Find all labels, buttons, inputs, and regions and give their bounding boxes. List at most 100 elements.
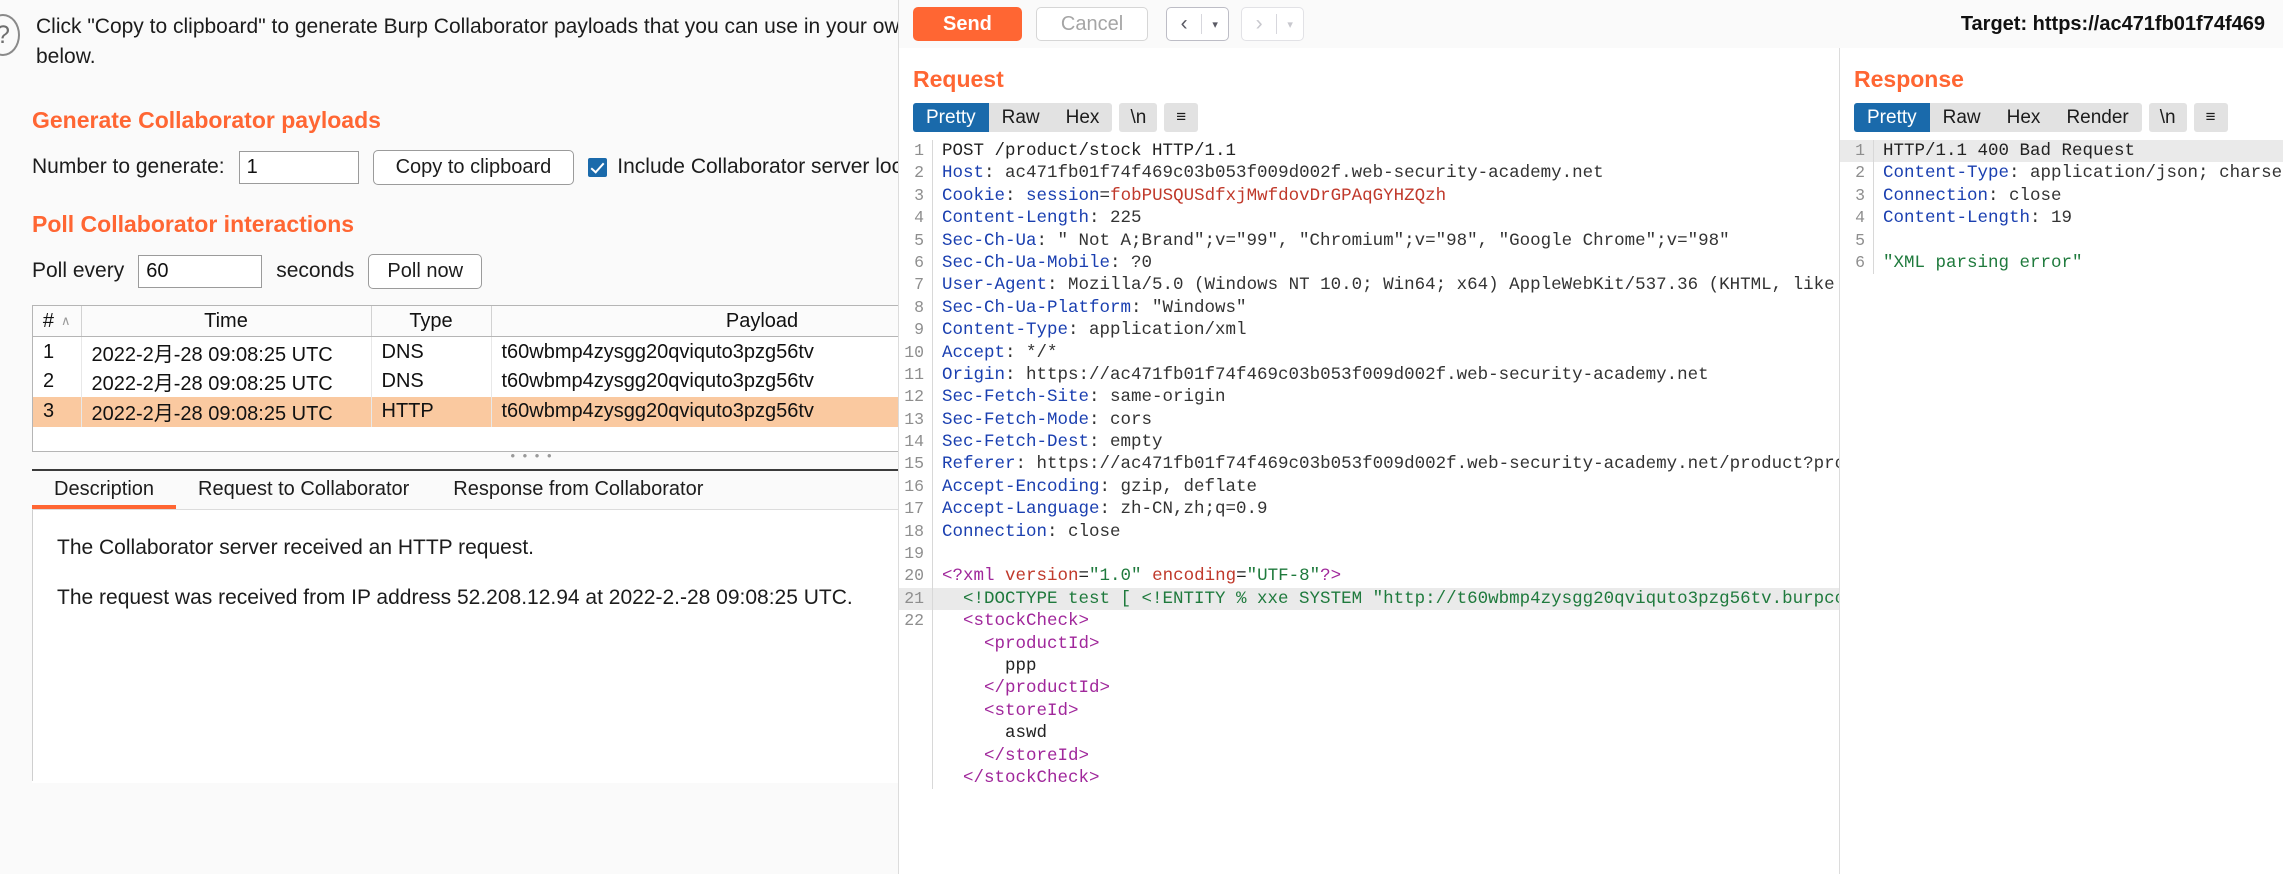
response-code-view[interactable]: 1 HTTP/1.1 400 Bad Request 2 Content-Type: … <box>1840 140 2283 874</box>
request-code-view[interactable]: 1 POST /product/stock HTTP/1.1 2 Host: ac47… <box>899 140 1839 874</box>
response-view-tabs: Pretty Raw Hex Render <box>1854 103 2142 132</box>
line-source: Sec-Fetch-Mode: cors <box>942 409 1153 430</box>
request-code-line: 22 <stockCheck> <box>899 610 1839 633</box>
line-source: <stockCheck> <box>942 611 1090 632</box>
poll-interval-input[interactable] <box>138 254 263 288</box>
description-paragraph-2: The request was received from IP address… <box>57 585 853 609</box>
splitter-handle[interactable]: • • • • <box>32 449 898 465</box>
response-menu-icon[interactable]: ≡ <box>2193 103 2228 132</box>
interactions-table: # ∧ Time Type Payload 1 2022-2月-28 09:08:2… <box>33 305 898 427</box>
request-tab-pretty[interactable]: Pretty <box>913 103 989 132</box>
table-row[interactable]: 1 2022-2月-28 09:08:25 UTC DNS t60wbmp4zysgg… <box>33 336 898 367</box>
detail-tab-response-from-collaborator[interactable]: Response from Collaborator <box>431 471 725 509</box>
line-source: Host: ac471fb01f74f469c03b053f009d002f.w… <box>942 163 1604 184</box>
request-tab-hex[interactable]: Hex <box>1053 103 1113 132</box>
include-server-location-checkbox[interactable]: Include Collaborator server locatio <box>588 155 898 179</box>
line-source: <productId> <box>942 633 1100 654</box>
line-number: 13 <box>899 408 933 432</box>
help-text: Click "Copy to clipboard" to generate Bu… <box>20 12 898 73</box>
line-number: 22 <box>899 610 933 633</box>
line-number: 18 <box>899 520 933 544</box>
line-source: HTTP/1.1 400 Bad Request <box>1883 141 2136 161</box>
poll-every-label: Poll every <box>32 259 125 283</box>
request-newline-button[interactable]: \n <box>1119 103 1158 132</box>
request-view-tabs: Pretty Raw Hex <box>913 103 1113 132</box>
line-source: Content-Type: application/json; charset=… <box>1883 163 2283 184</box>
poll-now-button[interactable]: Poll now <box>368 253 483 289</box>
column-header-payload[interactable]: Payload <box>491 305 898 338</box>
copy-to-clipboard-button[interactable]: Copy to clipboard <box>372 149 575 185</box>
line-source <box>1874 230 1883 252</box>
row-payload: t60wbmp4zysgg20qviquto3pzg56tv <box>491 396 898 427</box>
history-back-button[interactable]: ‹ ▾ <box>1166 7 1230 41</box>
request-code-line: 1 POST /product/stock HTTP/1.1 <box>899 140 1839 163</box>
chevron-down-icon: ▾ <box>1287 18 1293 31</box>
request-code-line: 6 Sec-Ch-Ua-Mobile: ?0 <box>899 251 1839 275</box>
include-server-location-label: Include Collaborator server locatio <box>617 155 898 179</box>
request-code-line: 8 Sec-Ch-Ua-Platform: "Windows" <box>899 296 1839 320</box>
line-source: </stockCheck> <box>942 767 1100 788</box>
column-header-number[interactable]: # ∧ <box>33 305 82 338</box>
line-number <box>899 699 933 723</box>
interaction-detail-panel: Description Request to Collaborator Respon… <box>32 468 898 783</box>
table-row[interactable]: 2 2022-2月-28 09:08:25 UTC DNS t60wbmp4zysgg… <box>33 366 898 397</box>
send-button[interactable]: Send <box>913 7 1022 41</box>
line-source: Connection: close <box>1883 185 2062 206</box>
response-view-toolbar: Pretty Raw Hex Render \n ≡ <box>1840 93 2283 140</box>
line-source: Sec-Fetch-Site: same-origin <box>942 387 1226 408</box>
row-type: HTTP <box>371 396 492 427</box>
line-source: </storeId> <box>942 745 1090 766</box>
line-number <box>899 654 933 678</box>
row-time: 2022-2月-28 09:08:25 UTC <box>81 366 372 397</box>
column-header-type[interactable]: Type <box>371 305 492 338</box>
request-code-line: 16 Accept-Encoding: gzip, deflate <box>899 475 1839 499</box>
request-code-line: 17 Accept-Language: zh-CN,zh;q=0.9 <box>899 498 1839 521</box>
request-tab-raw[interactable]: Raw <box>989 103 1053 132</box>
request-response-panes: Request Pretty Raw Hex \n ≡ 1 POST /product… <box>899 48 2283 874</box>
help-text-line-2: below. <box>36 45 96 69</box>
request-code-line: aswd <box>899 722 1839 745</box>
line-source: Sec-Fetch-Dest: empty <box>942 432 1163 453</box>
cancel-button: Cancel <box>1035 7 1149 41</box>
line-number: 10 <box>899 341 933 364</box>
response-code-line: 2 Content-Type: application/json; charset… <box>1840 162 2283 185</box>
response-tab-hex[interactable]: Hex <box>1994 103 2054 132</box>
line-number: 15 <box>899 453 933 476</box>
request-code-line: 10 Accept: */* <box>899 341 1839 364</box>
detail-tab-request-to-collaborator[interactable]: Request to Collaborator <box>176 471 431 509</box>
request-title: Request <box>913 66 1004 92</box>
line-number: 1 <box>1840 140 1874 163</box>
column-header-time[interactable]: Time <box>81 305 372 338</box>
target-label[interactable]: Target: https://ac471fb01f74f469 <box>1961 13 2269 36</box>
request-code-line: 15 Referer: https://ac471fb01f74f469c03b0… <box>899 453 1839 476</box>
detail-tab-description[interactable]: Description <box>32 471 177 509</box>
response-tab-pretty[interactable]: Pretty <box>1854 103 1930 132</box>
line-source: "XML parsing error" <box>1883 252 2083 273</box>
response-title: Response <box>1854 66 1964 92</box>
line-source: Referer: https://ac471fb01f74f469c03b053… <box>942 454 1839 475</box>
help-text-line-1: Click "Copy to clipboard" to generate Bu… <box>36 15 898 38</box>
response-newline-button[interactable]: \n <box>2148 103 2187 132</box>
line-number: 4 <box>899 207 933 230</box>
row-time: 2022-2月-28 09:08:25 UTC <box>81 396 372 427</box>
line-source: Content-Length: 19 <box>1883 208 2073 229</box>
request-code-line: 18 Connection: close <box>899 520 1839 544</box>
line-number: 17 <box>899 498 933 521</box>
response-tab-render[interactable]: Render <box>2053 103 2141 132</box>
line-source: Cookie: session=fobPUSQUSdfxjMwfdovDrGPA… <box>942 185 1447 206</box>
question-mark-icon[interactable]: ? <box>0 14 20 56</box>
interactions-table-container[interactable]: # ∧ Time Type Payload 1 2022-2月-28 09:08:2… <box>32 304 898 452</box>
number-to-generate-input[interactable] <box>238 150 359 184</box>
request-view-toolbar: Pretty Raw Hex \n ≡ <box>899 93 1839 140</box>
line-source: <storeId> <box>942 700 1079 721</box>
line-number: 9 <box>899 319 933 342</box>
request-code-line: 21 <!DOCTYPE test [ <!ENTITY % xxe SYSTE… <box>899 587 1839 611</box>
poll-row: Poll every seconds Poll now <box>32 253 898 289</box>
column-header-number-label: # <box>42 309 55 332</box>
line-number: 8 <box>899 296 933 320</box>
response-pane: Response Pretty Raw Hex Render \n ≡ 1 HTTP/1… <box>1840 48 2283 874</box>
request-code-line: 19 <box>899 543 1839 566</box>
table-row[interactable]: 3 2022-2月-28 09:08:25 UTC HTTP t60wbmp4zysg… <box>33 396 898 427</box>
request-menu-icon[interactable]: ≡ <box>1164 103 1199 132</box>
response-tab-raw[interactable]: Raw <box>1930 103 1994 132</box>
